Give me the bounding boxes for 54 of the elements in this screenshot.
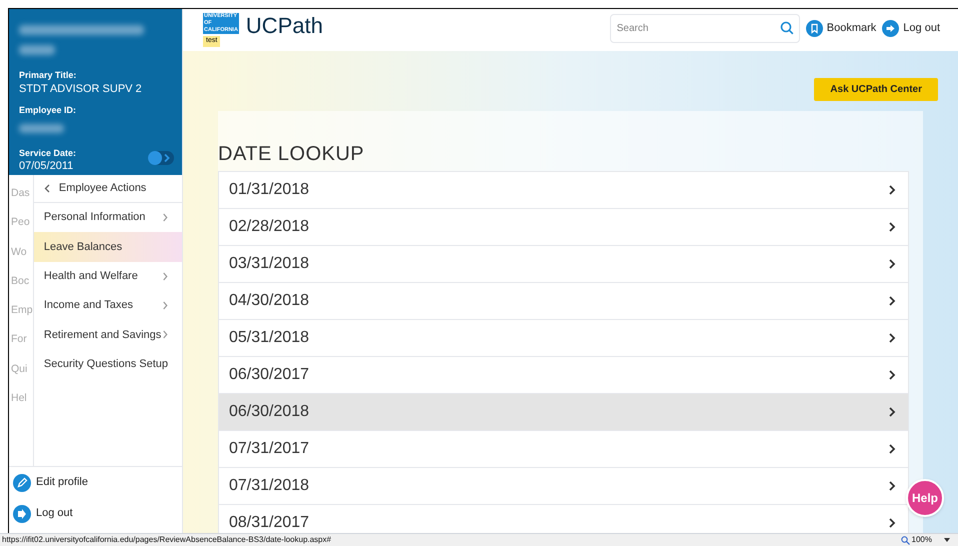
chevron-right-icon [889,333,896,343]
primary-title: STDT ADVISOR SUPV 2 [19,82,142,96]
page-title: DATE LOOKUP [218,142,366,167]
date-row[interactable]: 06/30/2017 [218,357,909,394]
blurred-id [19,124,64,133]
search-icon [780,20,794,34]
logout-icon [13,504,31,522]
chevron-right-icon [889,370,896,380]
app-name: UCPath [246,12,323,40]
chevron-right-icon [889,259,896,269]
chevron-right-icon [889,444,896,454]
chevron-right-icon [889,296,896,306]
chevron-right-icon [889,407,896,417]
date-row[interactable]: 05/31/2018 [218,320,909,357]
expand-toggle-icon[interactable] [148,151,174,165]
chevron-right-icon [889,481,896,491]
help-button[interactable]: Help [906,479,944,517]
dropdown-caret-icon[interactable] [944,538,950,542]
bookmark-icon [806,20,823,36]
pencil-icon [13,474,31,492]
date-row[interactable]: 03/31/2018 [218,246,909,283]
submenu-item[interactable]: Security Questions Setup [34,349,182,379]
date-row[interactable]: 08/31/2017 [218,505,909,533]
chevron-right-icon [889,222,896,232]
employee-id-label: Employee ID: [19,104,76,118]
logout-link[interactable]: Log out [9,498,182,529]
primary-title-label: Primary Title: [19,69,76,82]
service-date-label: Service Date: [19,146,76,160]
date-row[interactable]: 04/30/2018 [218,283,909,320]
status-url: https://ifit02.universityofcalifornia.edu/pages/ReviewAbsenceBalance-BS3/date-lookup.aspx# [2,534,332,546]
zoom-icon [900,536,910,544]
submenu-item[interactable]: Health and Welfare [34,262,182,291]
submenu-item[interactable]: Retirement and Savings [34,320,182,350]
chevron-right-icon [889,518,896,528]
service-date: 07/05/2011 [19,160,74,174]
zoom-level: 100% [912,534,932,546]
search-field[interactable]: Search [610,14,800,42]
bookmark-button[interactable]: Bookmark [806,20,876,36]
ask-center-button[interactable]: Ask UCPath Center [814,78,938,101]
edit-profile-link[interactable]: Edit profile [9,467,182,498]
submenu-item[interactable]: Personal Information [34,203,182,232]
date-row[interactable]: 02/28/2018 [218,209,909,246]
chevron-left-icon [44,184,50,193]
date-row[interactable]: 01/31/2018 [218,172,909,209]
logout-icon [882,20,900,36]
logout-button[interactable]: Log out [882,20,940,36]
blurred-name [19,45,55,55]
date-row[interactable]: 07/31/2017 [218,431,909,468]
back-link[interactable]: Employee Actions [34,175,182,203]
submenu-item[interactable]: Leave Balances [34,232,182,262]
date-row[interactable]: 06/30/2018 [218,394,909,431]
date-row[interactable]: 07/31/2018 [218,468,909,505]
chevron-right-icon [889,185,896,195]
submenu-item[interactable]: Income and Taxes [34,290,182,320]
